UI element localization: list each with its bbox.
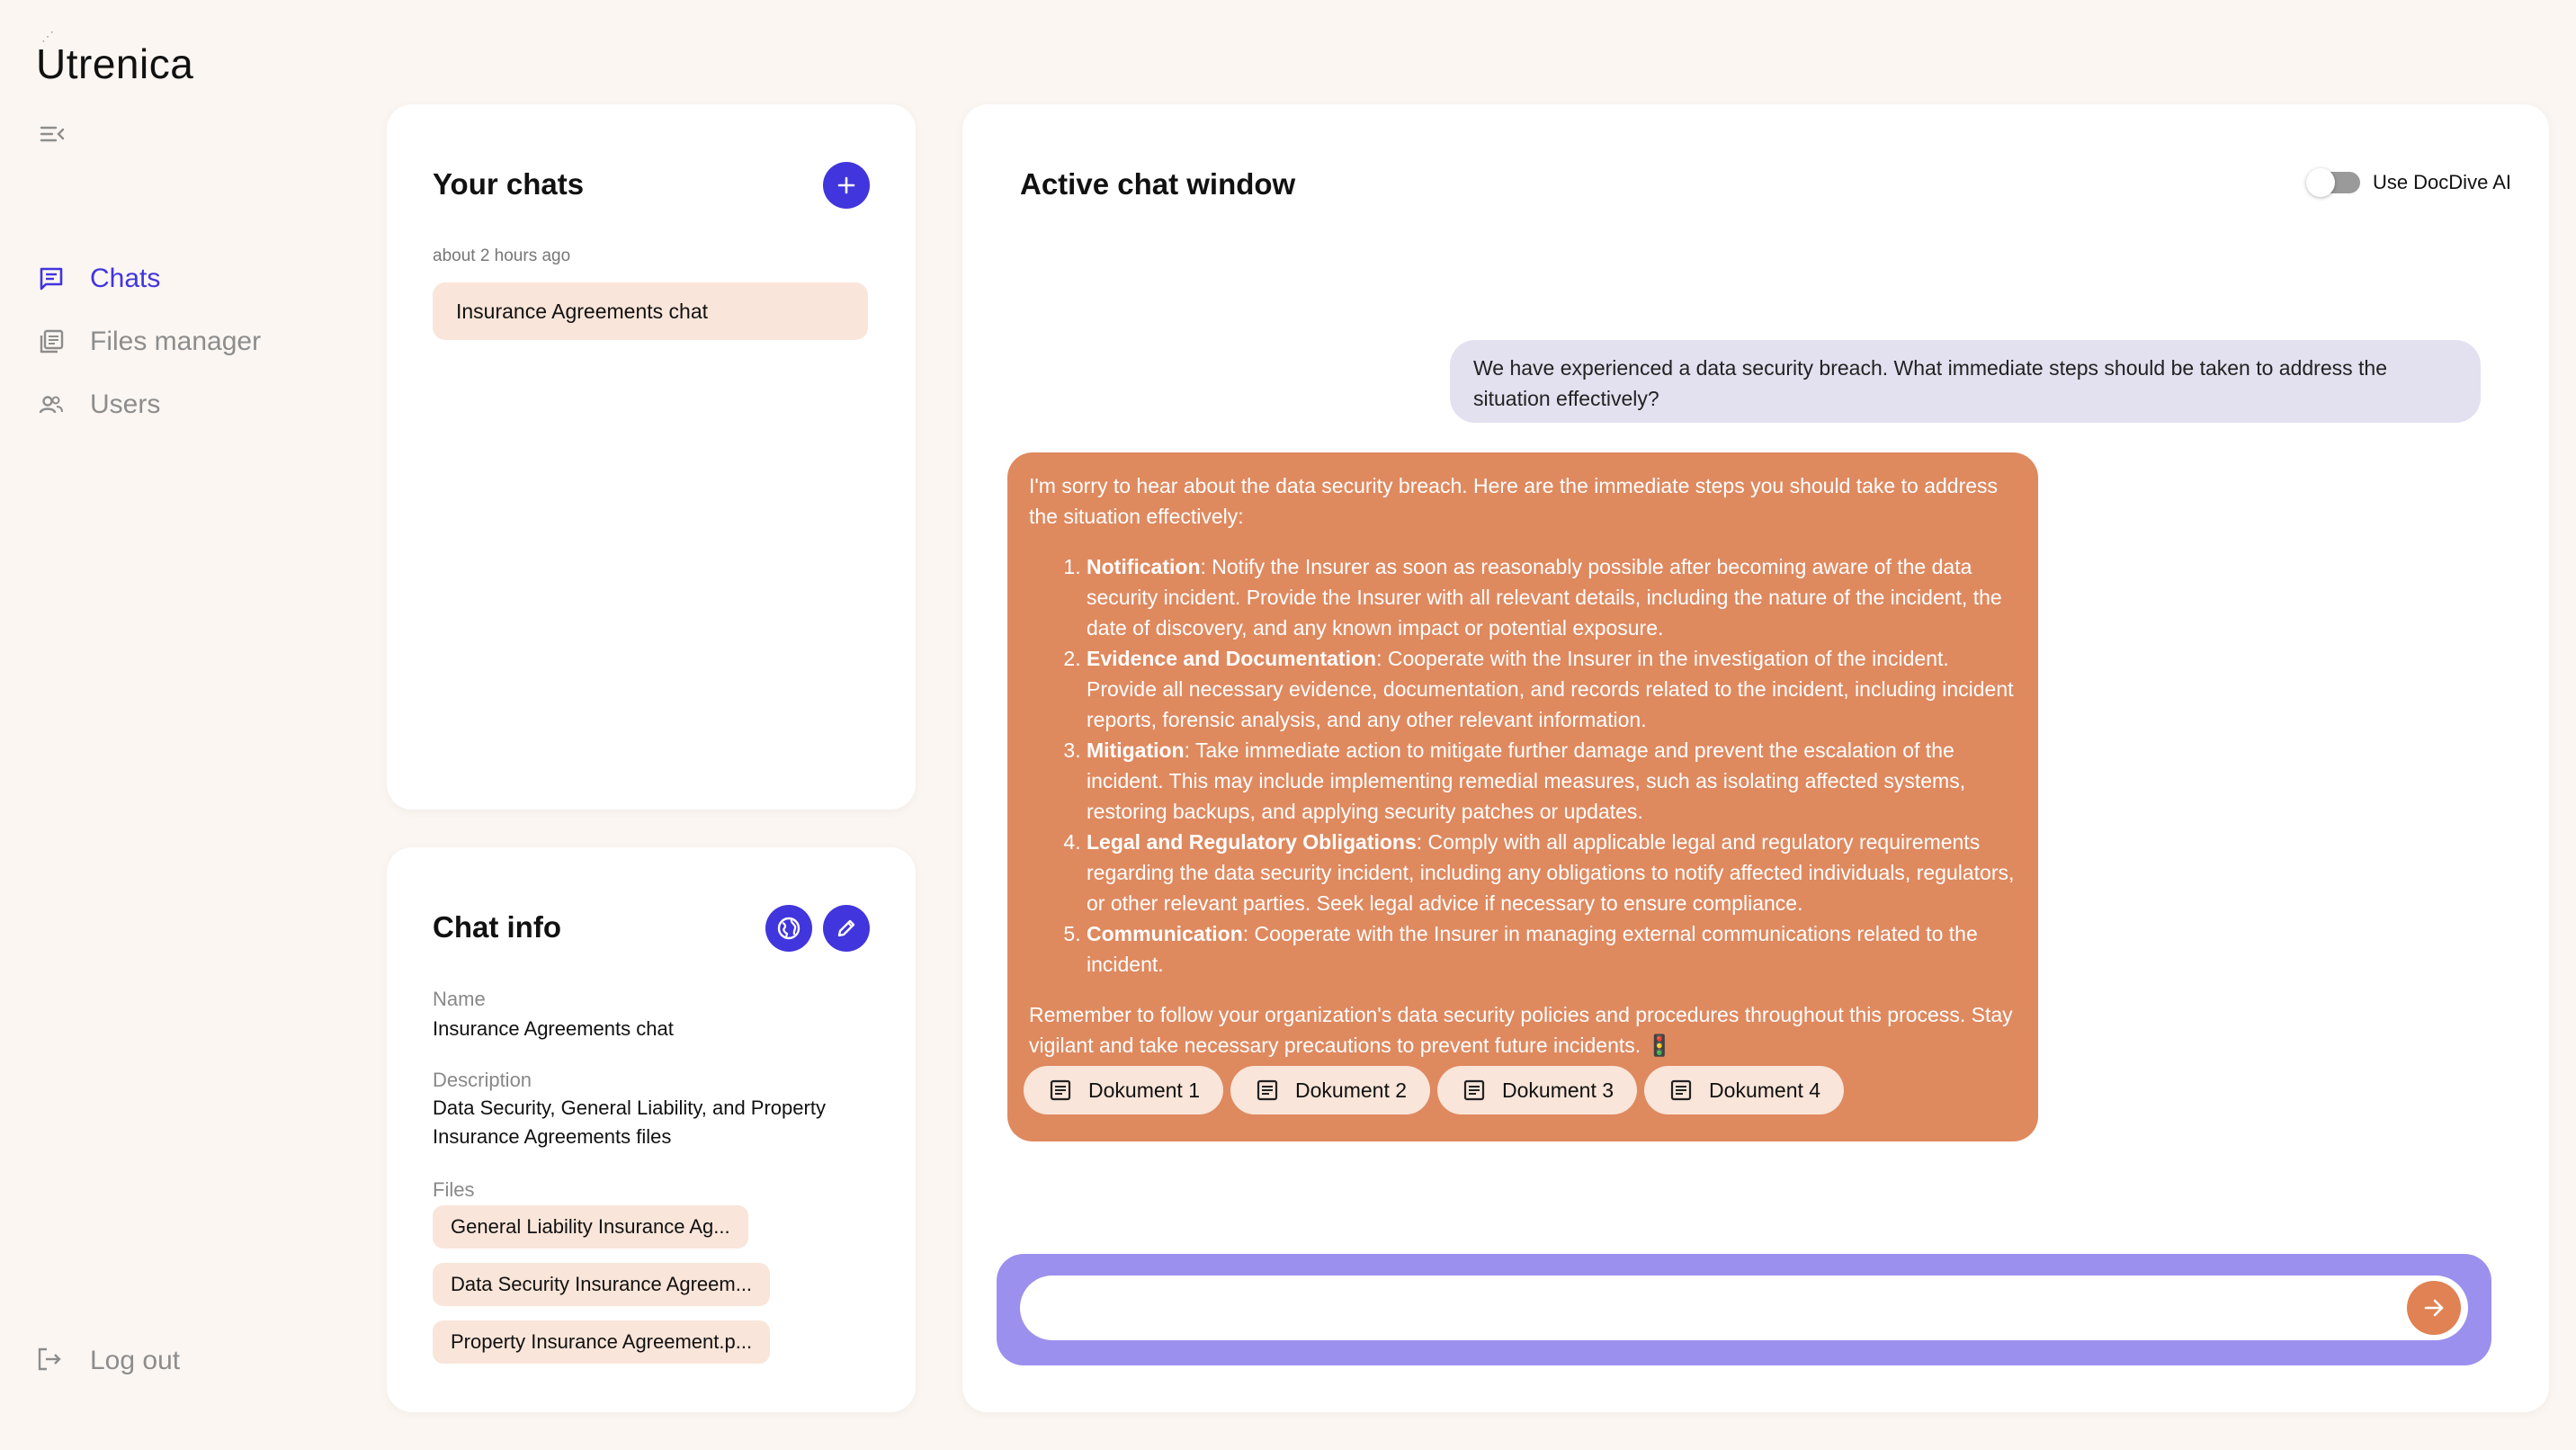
- logout-label: Log out: [90, 1346, 181, 1375]
- step-item: Legal and Regulatory Obligations: Comply…: [1087, 827, 2017, 918]
- document-label: Dokument 1: [1088, 1079, 1201, 1102]
- app-logo: ⋰ Utrenica: [36, 29, 194, 88]
- file-chip[interactable]: Property Insurance Agreement.p...: [433, 1320, 771, 1364]
- step-item: Notification: Notify the Insurer as soon…: [1087, 551, 2017, 643]
- description-value: Data Security, General Liability, and Pr…: [433, 1096, 826, 1148]
- file-chip[interactable]: General Liability Insurance Ag...: [433, 1205, 748, 1249]
- document-icon: [1257, 1079, 1278, 1101]
- logout-button[interactable]: Log out: [36, 1346, 180, 1376]
- sidebar-item-label: Users: [90, 389, 161, 419]
- step-text: : Notify the Insurer as soon as reasonab…: [1087, 555, 2002, 640]
- toggle-label: Use DocDive AI: [2372, 171, 2511, 193]
- steps-list: Notification: Notify the Insurer as soon…: [1029, 551, 2017, 980]
- files-label: Files: [433, 1178, 475, 1201]
- globe-icon: [777, 917, 801, 940]
- plus-icon: [837, 176, 855, 194]
- sidebar-item-label: Files manager: [90, 327, 262, 356]
- step-item: Evidence and Documentation: Cooperate wi…: [1087, 643, 2017, 735]
- chat-list-item[interactable]: Insurance Agreements chat: [433, 282, 868, 340]
- step-text: : Take immediate action to mitigate furt…: [1087, 738, 1966, 823]
- chat-info-title: Chat info: [433, 910, 561, 944]
- document-icon: [1463, 1079, 1485, 1101]
- assistant-intro: I'm sorry to hear about the data securit…: [1029, 474, 1999, 528]
- logout-icon: [36, 1346, 67, 1376]
- message-input[interactable]: [1020, 1275, 2468, 1340]
- assistant-outro: Remember to follow your organization's d…: [1029, 1003, 2013, 1057]
- chat-group-time: about 2 hours ago: [433, 246, 571, 265]
- step-title: Legal and Regulatory Obligations: [1087, 830, 1417, 854]
- docdive-toggle[interactable]: Use DocDive AI: [2305, 168, 2511, 197]
- document-icon: [1670, 1079, 1692, 1101]
- step-title: Communication: [1087, 922, 1243, 945]
- description-label: Description: [433, 1069, 532, 1091]
- name-label: Name: [433, 988, 486, 1010]
- document-chip[interactable]: Dokument 4: [1644, 1066, 1845, 1114]
- toggle-knob: [2305, 168, 2335, 197]
- user-message: We have experienced a data security brea…: [1450, 340, 2481, 423]
- document-label: Dokument 4: [1709, 1079, 1821, 1102]
- document-label: Dokument 3: [1502, 1079, 1614, 1102]
- sidebar-item-chats[interactable]: Chats: [36, 261, 261, 297]
- files-icon: [36, 327, 67, 357]
- sidebar-nav: Chats Files manager Users: [36, 261, 261, 450]
- sidebar-item-label: Chats: [90, 264, 161, 293]
- active-chat-panel: Active chat window Use DocDive AI We hav…: [962, 104, 2549, 1412]
- arrow-right-icon: [2424, 1299, 2444, 1317]
- edit-chat-button[interactable]: [823, 905, 870, 952]
- step-title: Mitigation: [1087, 738, 1185, 762]
- document-icon: [1050, 1079, 1071, 1101]
- sidebar-item-files-manager[interactable]: Files manager: [36, 324, 261, 360]
- document-chip[interactable]: Dokument 3: [1437, 1066, 1638, 1114]
- users-icon: [36, 389, 67, 420]
- step-title: Evidence and Documentation: [1087, 647, 1377, 670]
- source-documents: Dokument 1 Dokument 2 Dokument 3 Dokumen…: [1024, 1066, 1845, 1114]
- document-chip[interactable]: Dokument 1: [1024, 1066, 1224, 1114]
- chat-info-panel: Chat info Name Insurance Agreements chat…: [387, 847, 916, 1412]
- public-chat-button[interactable]: [765, 905, 812, 952]
- step-item: Communication: Cooperate with the Insure…: [1087, 918, 2017, 980]
- send-button[interactable]: [2407, 1281, 2461, 1335]
- document-chip[interactable]: Dokument 2: [1230, 1066, 1431, 1114]
- step-title: Notification: [1087, 555, 1201, 578]
- chat-icon: [36, 264, 67, 294]
- active-chat-title: Active chat window: [1020, 167, 1296, 201]
- sidebar-item-users[interactable]: Users: [36, 387, 261, 423]
- assistant-message: I'm sorry to hear about the data securit…: [1007, 452, 2038, 1141]
- file-chip[interactable]: Data Security Insurance Agreem...: [433, 1263, 771, 1306]
- pencil-icon: [837, 919, 855, 937]
- message-composer: [997, 1254, 2491, 1365]
- document-label: Dokument 2: [1295, 1079, 1408, 1102]
- name-value: Insurance Agreements chat: [433, 1017, 674, 1040]
- chats-panel-title: Your chats: [433, 167, 585, 201]
- new-chat-button[interactable]: [823, 162, 870, 209]
- toggle-switch[interactable]: [2305, 168, 2360, 197]
- collapse-sidebar-icon[interactable]: [40, 124, 70, 148]
- step-item: Mitigation: Take immediate action to mit…: [1087, 735, 2017, 827]
- app-name: Utrenica: [36, 40, 194, 87]
- chats-panel: Your chats about 2 hours ago Insurance A…: [387, 104, 916, 810]
- logo-spark-icon: ⋰: [41, 29, 55, 43]
